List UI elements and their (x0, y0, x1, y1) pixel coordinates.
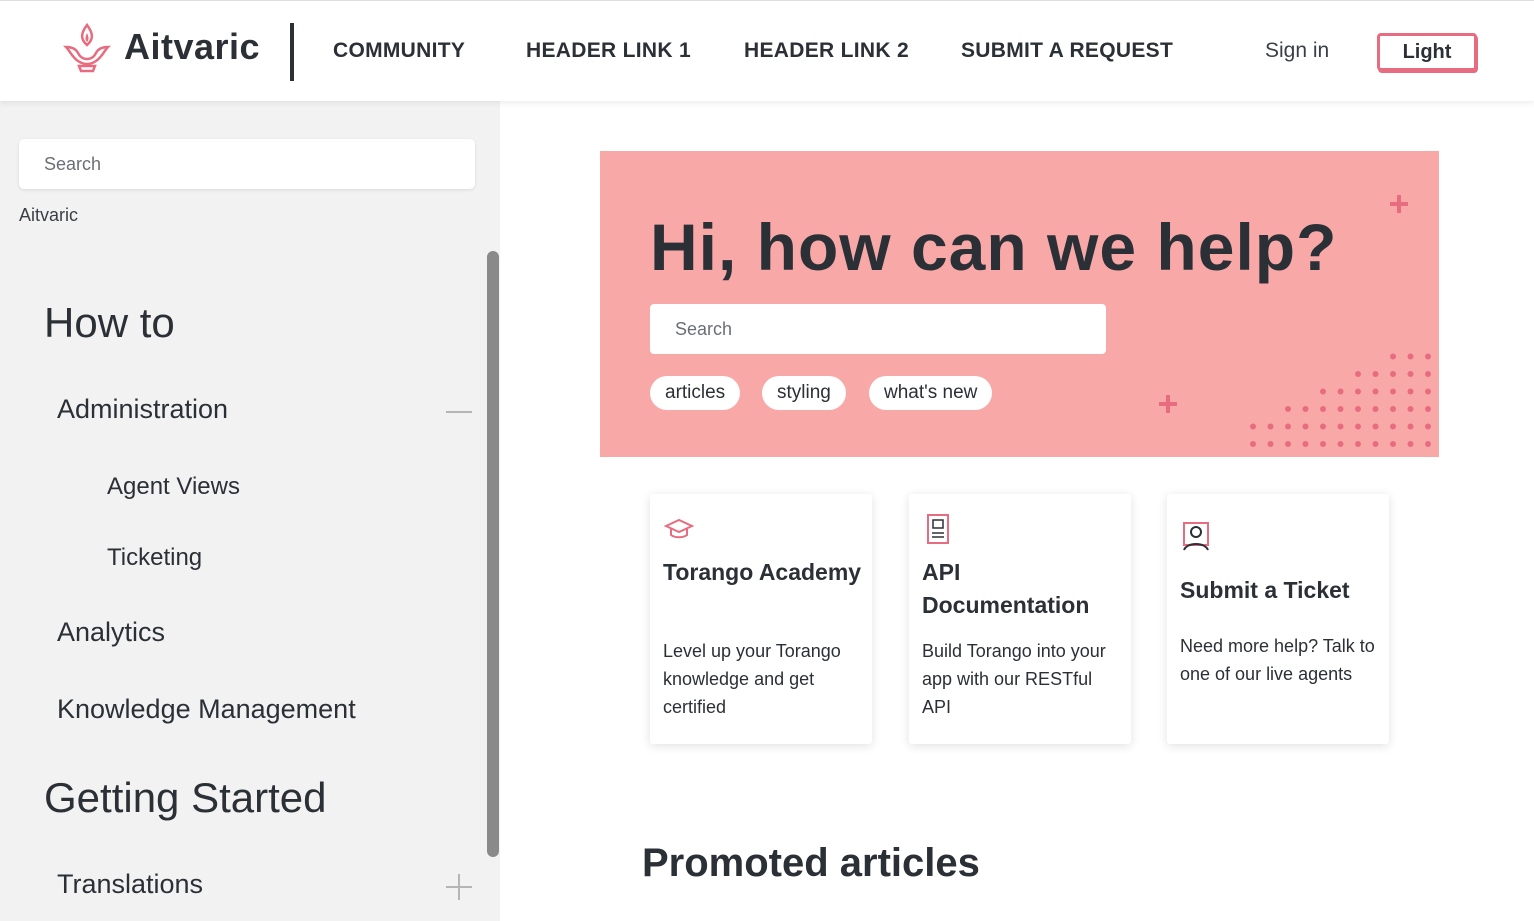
hero-title: Hi, how can we help? (650, 210, 1338, 284)
card-api-documentation[interactable]: API Documentation Build Torango into you… (909, 494, 1131, 744)
breadcrumb[interactable]: Aitvaric (19, 205, 78, 226)
card-title: Submit a Ticket (1180, 577, 1350, 603)
sidebar-item-translations[interactable]: Translations (57, 869, 203, 900)
site-header: Aitvaric COMMUNITY HEADER LINK 1 HEADER … (0, 0, 1534, 101)
document-icon (927, 514, 949, 544)
card-description: Level up your Torango knowledge and get … (663, 641, 841, 717)
tag-articles[interactable]: articles (650, 376, 741, 410)
sidebar-search-input[interactable] (19, 139, 475, 189)
sign-in-link[interactable]: Sign in (1265, 39, 1329, 63)
sidebar: Aitvaric How to Administration Agent Vie… (0, 101, 500, 921)
plus-icon[interactable] (446, 874, 472, 900)
sidebar-item-analytics[interactable]: Analytics (57, 617, 165, 648)
nav-submit-request[interactable]: SUBMIT A REQUEST (961, 39, 1173, 63)
support-agent-icon (1183, 522, 1209, 551)
sidebar-section-getting-started[interactable]: Getting Started (44, 774, 327, 822)
card-description: Need more help? Talk to one of our live … (1180, 636, 1375, 684)
minus-icon[interactable] (446, 399, 472, 425)
sidebar-scrollbar[interactable] (487, 251, 499, 857)
promoted-articles-heading: Promoted articles (642, 841, 980, 885)
hero-banner: Hi, how can we help? articles styling wh… (600, 151, 1439, 457)
main-content: Hi, how can we help? articles styling wh… (500, 101, 1534, 921)
logo-divider (290, 23, 294, 81)
logo[interactable]: Aitvaric (62, 19, 260, 75)
sidebar-item-ticketing[interactable]: Ticketing (107, 544, 202, 572)
graduation-cap-icon (663, 518, 695, 539)
card-submit-ticket[interactable]: Submit a Ticket Need more help? Talk to … (1167, 494, 1389, 744)
theme-toggle-button[interactable]: Light (1377, 33, 1477, 71)
card-torango-academy[interactable]: Torango Academy Level up your Torango kn… (650, 494, 872, 744)
card-title: API Documentation (922, 559, 1090, 618)
logo-text: Aitvaric (124, 26, 261, 67)
sidebar-item-administration[interactable]: Administration (57, 394, 228, 425)
card-description: Build Torango into your app with our RES… (922, 641, 1106, 717)
sidebar-section-how-to[interactable]: How to (44, 299, 175, 347)
sidebar-item-knowledge-management[interactable]: Knowledge Management (57, 694, 356, 725)
tag-styling[interactable]: styling (762, 376, 846, 410)
hero-search-input[interactable] (650, 304, 1106, 354)
nav-header-link-2[interactable]: HEADER LINK 2 (744, 39, 909, 63)
sidebar-item-agent-views[interactable]: Agent Views (107, 473, 240, 501)
nav-header-link-1[interactable]: HEADER LINK 1 (526, 39, 691, 63)
card-title: Torango Academy (663, 559, 862, 585)
lamp-logo-icon (62, 22, 112, 73)
tag-whats-new[interactable]: what's new (869, 376, 993, 410)
nav-community[interactable]: COMMUNITY (333, 39, 465, 63)
